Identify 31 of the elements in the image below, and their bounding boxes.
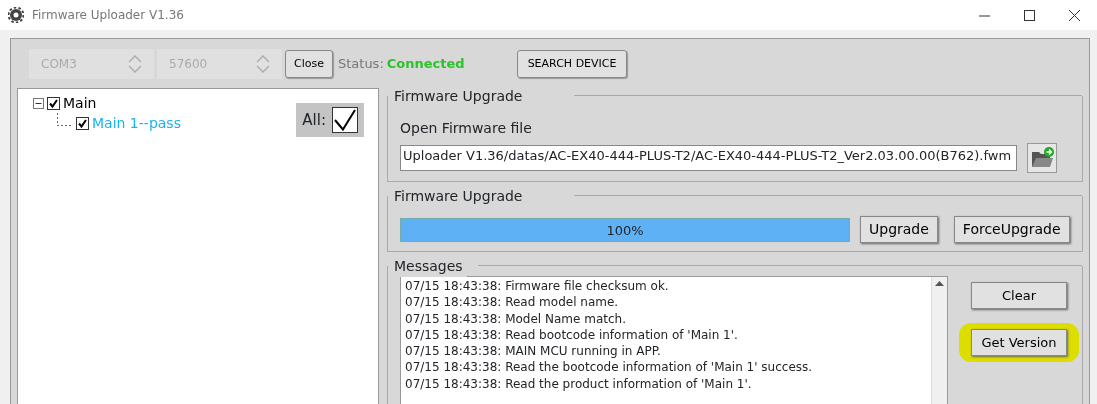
tree-item[interactable]: Main — [63, 93, 97, 113]
close-icon[interactable] — [1069, 9, 1080, 21]
open-folder-icon[interactable] — [1027, 143, 1057, 173]
window-title: Firmware Uploader V1.36 — [32, 7, 184, 24]
message-button[interactable]: Clear — [971, 282, 1067, 309]
log-line: 07/15 18:43:38: Read the product information of 'Main 1'. — [405, 375, 753, 393]
maximize-icon[interactable] — [1024, 9, 1035, 21]
spin-arrows-icon — [128, 55, 142, 73]
log-line: 07/15 18:43:38: Read bootcode information of 'Main 1'. — [405, 326, 739, 344]
all-label: All: — [302, 109, 326, 131]
checkbox[interactable] — [76, 116, 89, 130]
log-line: 07/15 18:43:38: Read model name. — [405, 294, 620, 311]
log-line: 07/15 18:43:38: MAIN MCU running in APP. — [405, 343, 662, 360]
upgrade-button[interactable]: ForceUpgrade — [953, 216, 1070, 243]
scrollbar[interactable] — [931, 277, 947, 404]
message-button[interactable]: Get Version — [971, 329, 1067, 356]
log-line: 07/15 18:43:38: Read the bootcode information of 'Main 1' success. — [405, 359, 814, 376]
collapse-icon[interactable] — [33, 97, 44, 109]
field-label: Open Firmware file — [400, 119, 533, 138]
status-value: Connected — [386, 55, 465, 74]
checkbox[interactable] — [47, 96, 60, 110]
log-line: 07/15 18:43:38: Model Name match. — [405, 310, 627, 327]
gear-icon — [8, 7, 24, 23]
spin-arrows-icon — [256, 55, 270, 73]
checkbox[interactable] — [332, 107, 358, 133]
progress-reading: 100% — [606, 221, 644, 240]
status-label: Status: — [337, 55, 384, 74]
upgrade-button[interactable]: Upgrade — [860, 216, 938, 243]
file-path-field[interactable]: Uploader V1.36/datas/AC-EX40-444-PLUS-T2/AC-EX40-444-PLUS-T2_Ver2.03.00.00(B762).fwm — [400, 145, 1017, 171]
log-line: 07/15 18:43:38: Firmware file checksum ok. — [405, 278, 670, 295]
scroll-up-icon[interactable] — [935, 281, 944, 286]
